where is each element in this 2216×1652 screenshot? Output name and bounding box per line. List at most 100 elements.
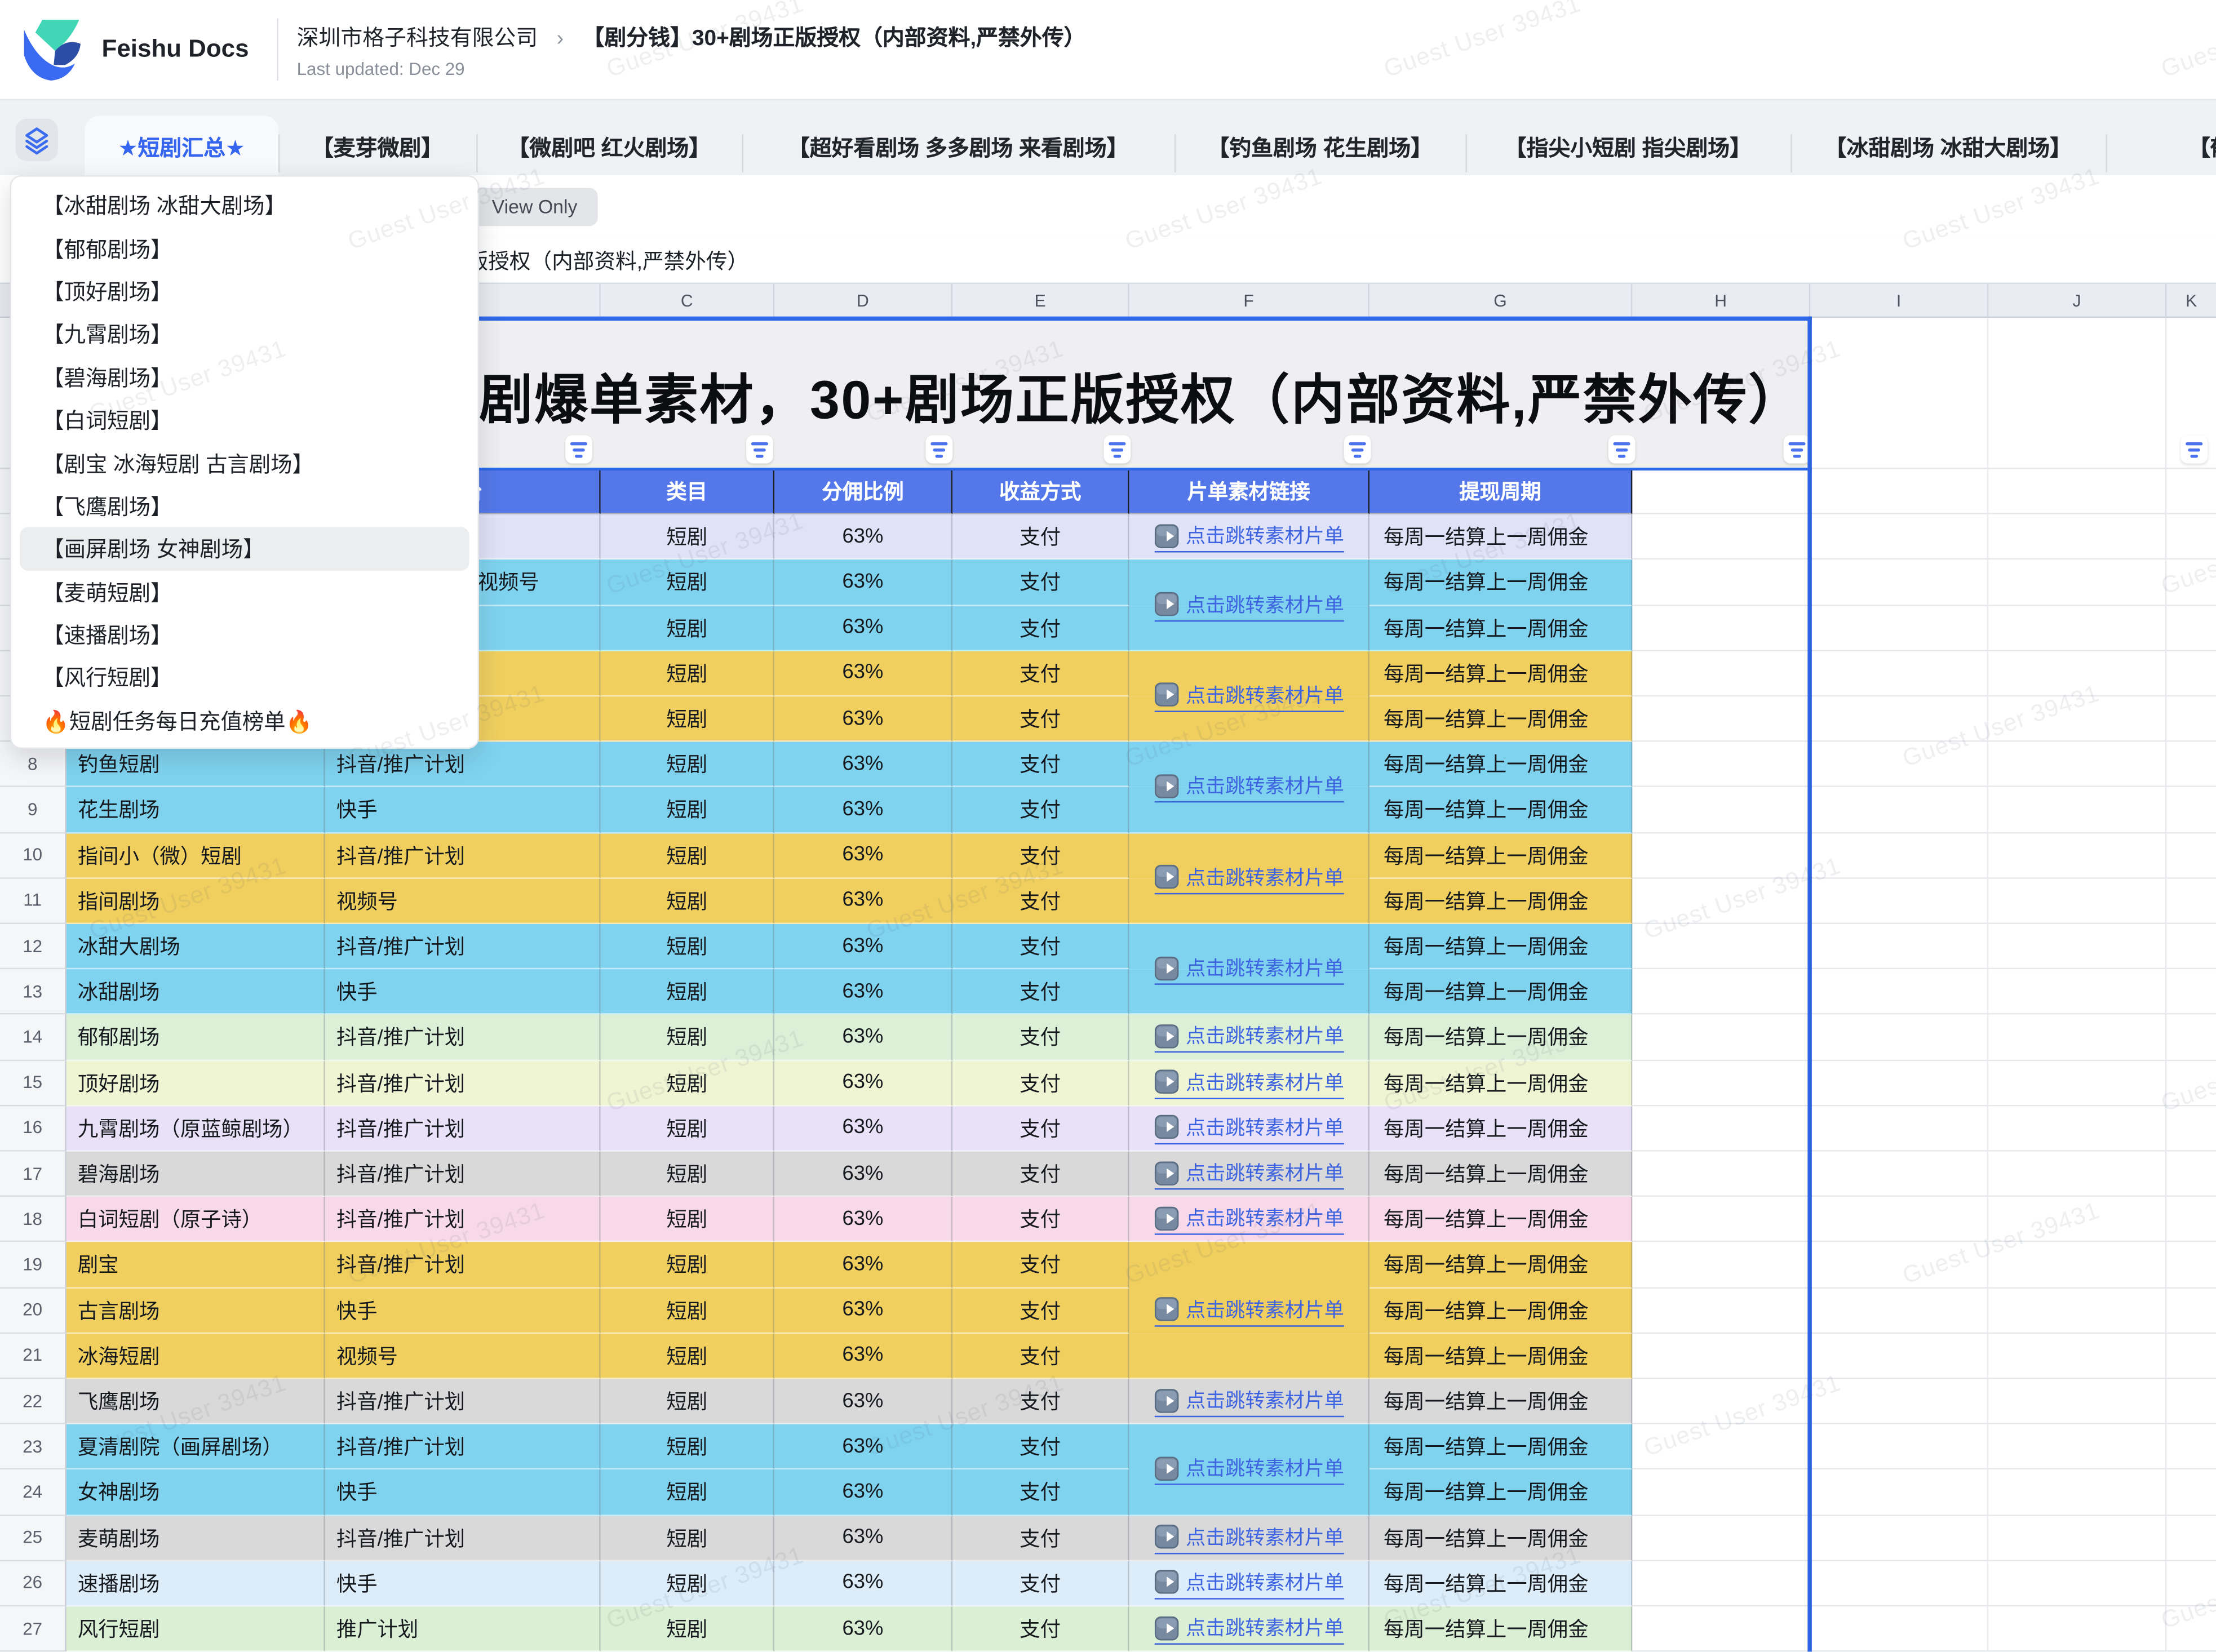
cell-category[interactable]: 短剧 bbox=[601, 788, 774, 833]
cell-theater-name[interactable]: 指间小（微）短剧 bbox=[67, 833, 325, 879]
cell-theater-name[interactable]: 顶好剧场 bbox=[67, 1060, 325, 1106]
empty-cell-J3[interactable] bbox=[1988, 514, 2166, 560]
cell-withdraw-cycle[interactable]: 每周一结算上一周佣金 bbox=[1370, 1015, 1632, 1061]
cell-commission-rate[interactable]: 63% bbox=[774, 924, 952, 970]
filter-icon[interactable] bbox=[1103, 435, 1130, 463]
cell-category[interactable]: 短剧 bbox=[601, 742, 774, 788]
dropdown-item-11[interactable]: 【速播剧场】 bbox=[20, 613, 469, 656]
empty-cell-J27[interactable] bbox=[1988, 1606, 2166, 1652]
cell-platform[interactable]: 快手 bbox=[325, 788, 601, 833]
filter-icon[interactable] bbox=[925, 435, 952, 463]
material-link[interactable]: 点击跳转素材片单 bbox=[1155, 681, 1344, 712]
cell-theater-name[interactable]: 郁郁剧场 bbox=[67, 1015, 325, 1061]
cell-income-type[interactable]: 支付 bbox=[952, 1288, 1129, 1334]
cell-theater-name[interactable]: 夏清剧院（画屏剧场） bbox=[67, 1424, 325, 1470]
cell-theater-name[interactable]: 冰海短剧 bbox=[67, 1334, 325, 1379]
empty-cell-I2[interactable] bbox=[1810, 469, 1988, 515]
cell-category[interactable]: 短剧 bbox=[601, 1561, 774, 1606]
cell-withdraw-cycle[interactable]: 每周一结算上一周佣金 bbox=[1370, 1516, 1632, 1561]
cell-commission-rate[interactable]: 63% bbox=[774, 696, 952, 742]
empty-cell-J10[interactable] bbox=[1988, 833, 2166, 879]
cell-category[interactable]: 短剧 bbox=[601, 1334, 774, 1379]
dropdown-item-13[interactable]: 🔥短剧任务每日充值榜单🔥 bbox=[20, 699, 469, 742]
empty-cell-I22[interactable] bbox=[1810, 1379, 1988, 1425]
empty-cell-I27[interactable] bbox=[1810, 1606, 1988, 1652]
cell-platform[interactable]: 快手 bbox=[325, 1470, 601, 1516]
cell-withdraw-cycle[interactable]: 每周一结算上一周佣金 bbox=[1370, 696, 1632, 742]
cell-withdraw-cycle[interactable]: 每周一结算上一周佣金 bbox=[1370, 1152, 1632, 1197]
cell-theater-name[interactable]: 速播剧场 bbox=[67, 1561, 325, 1606]
cell-commission-rate[interactable]: 63% bbox=[774, 788, 952, 833]
cell-theater-name[interactable]: 碧海剧场 bbox=[67, 1152, 325, 1197]
empty-cell-K14[interactable] bbox=[2166, 1015, 2216, 1061]
cell-withdraw-cycle[interactable]: 每周一结算上一周佣金 bbox=[1370, 924, 1632, 970]
empty-cell-J11[interactable] bbox=[1988, 878, 2166, 924]
row-number-24[interactable]: 24 bbox=[0, 1470, 67, 1516]
empty-cell-I17[interactable] bbox=[1810, 1152, 1988, 1197]
cell-withdraw-cycle[interactable]: 每周一结算上一周佣金 bbox=[1370, 514, 1632, 560]
cell-commission-rate[interactable]: 63% bbox=[774, 1516, 952, 1561]
cell-theater-name[interactable]: 冰甜剧场 bbox=[67, 970, 325, 1015]
empty-cell-K8[interactable] bbox=[2166, 742, 2216, 788]
empty-cell-J20[interactable] bbox=[1988, 1288, 2166, 1334]
empty-cell-J25[interactable] bbox=[1988, 1516, 2166, 1561]
cell-commission-rate[interactable]: 63% bbox=[774, 560, 952, 606]
cell-commission-rate[interactable]: 63% bbox=[774, 833, 952, 879]
cell-withdraw-cycle[interactable]: 每周一结算上一周佣金 bbox=[1370, 742, 1632, 788]
row-number-23[interactable]: 23 bbox=[0, 1424, 67, 1470]
empty-cell-I7[interactable] bbox=[1810, 696, 1988, 742]
cell-theater-name[interactable]: 飞鹰剧场 bbox=[67, 1379, 325, 1425]
empty-cell-H14[interactable] bbox=[1632, 1015, 1810, 1061]
empty-cell-K19[interactable] bbox=[2166, 1242, 2216, 1288]
cell-platform[interactable]: 抖音/推广计划 bbox=[325, 833, 601, 879]
cell-category[interactable]: 短剧 bbox=[601, 1288, 774, 1334]
filter-icon[interactable] bbox=[1608, 435, 1635, 463]
material-link[interactable]: 点击跳转素材片单 bbox=[1155, 1295, 1344, 1326]
material-link[interactable]: 点击跳转素材片单 bbox=[1155, 1614, 1344, 1645]
row-number-27[interactable]: 27 bbox=[0, 1606, 67, 1652]
empty-cell-I26[interactable] bbox=[1810, 1561, 1988, 1606]
empty-cell-I12[interactable] bbox=[1810, 924, 1988, 970]
cell-withdraw-cycle[interactable]: 每周一结算上一周佣金 bbox=[1370, 878, 1632, 924]
cell-income-type[interactable]: 支付 bbox=[952, 788, 1129, 833]
empty-cell-K23[interactable] bbox=[2166, 1424, 2216, 1470]
cell-platform[interactable]: 抖音/推广计划 bbox=[325, 924, 601, 970]
cell-withdraw-cycle[interactable]: 每周一结算上一周佣金 bbox=[1370, 560, 1632, 606]
cell-theater-name[interactable]: 九霄剧场（原蓝鲸剧场） bbox=[67, 1106, 325, 1152]
dropdown-item-10[interactable]: 【麦萌短剧】 bbox=[20, 570, 469, 613]
empty-cell-K27[interactable] bbox=[2166, 1606, 2216, 1652]
cell-income-type[interactable]: 支付 bbox=[952, 1561, 1129, 1606]
cell-commission-rate[interactable]: 63% bbox=[774, 1561, 952, 1606]
cell-commission-rate[interactable]: 63% bbox=[774, 1242, 952, 1288]
cell-platform[interactable]: 抖音/推广计划 bbox=[325, 1060, 601, 1106]
cell-category[interactable]: 短剧 bbox=[601, 833, 774, 879]
empty-cell-K17[interactable] bbox=[2166, 1152, 2216, 1197]
cell-income-type[interactable]: 支付 bbox=[952, 1379, 1129, 1425]
table-header-G[interactable]: 提现周期 bbox=[1370, 469, 1632, 515]
cell-platform[interactable]: 推广计划 bbox=[325, 1606, 601, 1652]
empty-cell-K21[interactable] bbox=[2166, 1334, 2216, 1379]
cell-theater-name[interactable]: 白词短剧（原子诗） bbox=[67, 1197, 325, 1242]
cell-income-type[interactable]: 支付 bbox=[952, 514, 1129, 560]
row-number-26[interactable]: 26 bbox=[0, 1561, 67, 1606]
row-number-22[interactable]: 22 bbox=[0, 1379, 67, 1425]
empty-cell-I14[interactable] bbox=[1810, 1015, 1988, 1061]
cell-theater-name[interactable]: 冰甜大剧场 bbox=[67, 924, 325, 970]
row-number-21[interactable]: 21 bbox=[0, 1334, 67, 1379]
empty-cell-J7[interactable] bbox=[1988, 696, 2166, 742]
empty-cell-J4[interactable] bbox=[1988, 560, 2166, 606]
cell-category[interactable]: 短剧 bbox=[601, 970, 774, 1015]
empty-cell-K4[interactable] bbox=[2166, 560, 2216, 606]
cell-income-type[interactable]: 支付 bbox=[952, 1197, 1129, 1242]
empty-cell-J16[interactable] bbox=[1988, 1106, 2166, 1152]
empty-cell-J21[interactable] bbox=[1988, 1334, 2166, 1379]
empty-cell-H10[interactable] bbox=[1632, 833, 1810, 879]
empty-cell-H4[interactable] bbox=[1632, 560, 1810, 606]
cell-commission-rate[interactable]: 63% bbox=[774, 1015, 952, 1061]
cell-category[interactable]: 短剧 bbox=[601, 1060, 774, 1106]
dropdown-item-9[interactable]: 【画屏剧场 女神剧场】 bbox=[20, 527, 469, 570]
cell-income-type[interactable]: 支付 bbox=[952, 833, 1129, 879]
dropdown-item-3[interactable]: 【顶好剧场】 bbox=[20, 269, 469, 312]
cell-platform[interactable]: 抖音/推广计划 bbox=[325, 1516, 601, 1561]
cell-platform[interactable]: 视频号 bbox=[325, 1334, 601, 1379]
